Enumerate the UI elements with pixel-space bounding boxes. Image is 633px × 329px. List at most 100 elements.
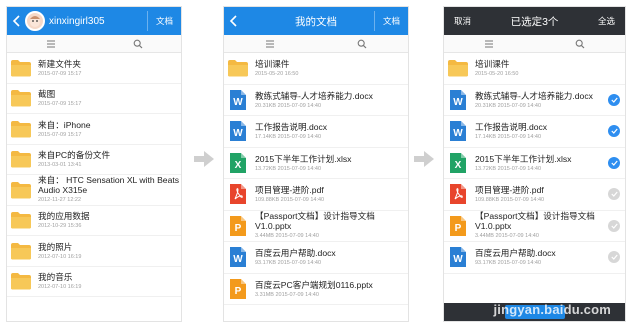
back-button[interactable] — [7, 7, 25, 35]
list-icon[interactable] — [46, 39, 56, 49]
item-date: 2013-03-01 13:41 — [38, 162, 82, 169]
item-name: 我的照片 — [38, 241, 73, 252]
search-icon[interactable] — [575, 39, 585, 49]
select-all-button[interactable]: 全选 — [598, 15, 615, 27]
item-date: 17.14KB 2015-07-09 14:40 — [475, 134, 542, 141]
item-date: 2012-11-27 12:22 — [38, 197, 82, 204]
arrow-right-icon — [414, 151, 434, 167]
item-meta: 工作报告说明.docx 17.14KB 2015-07-09 14:40 — [255, 122, 408, 140]
item-date: 2015-07-09 15:17 — [38, 101, 82, 108]
item-name: 2015下半年工作计划.xlsx — [255, 153, 352, 164]
list-item[interactable]: 我的照片 2012-07-10 16:19 — [7, 236, 181, 267]
top-bar: xinxingirl305 文档 — [7, 7, 181, 35]
watermark-text: jingyan.baidu.com — [493, 302, 611, 317]
checked-icon[interactable] — [608, 93, 620, 106]
item-meta: 百度云用户帮助.docx 93.17KB 2015-07-09 14:40 — [255, 248, 408, 266]
list-item[interactable]: 来自：iPhone 2015-07-09 15:17 — [7, 114, 181, 145]
list-item[interactable]: 我的应用数据 2012-10-29 15:36 — [7, 206, 181, 236]
chevron-left-icon — [229, 15, 237, 27]
item-name: 教练式辅导-人才培养能力.docx — [255, 90, 373, 101]
folder-icon — [447, 57, 469, 79]
folder-icon — [10, 57, 32, 79]
item-name: 百度云用户帮助.docx — [475, 248, 556, 259]
cancel-button[interactable]: 取消 — [444, 15, 471, 27]
list-item[interactable]: X 2015下半年工作计划.xlsx 13.72KB 2015-07-09 14:4… — [444, 148, 625, 179]
item-date: 3.44MB 2015-07-09 14:40 — [475, 233, 539, 240]
svg-text:W: W — [233, 97, 243, 108]
item-name: 2015下半年工作计划.xlsx — [475, 153, 572, 164]
list-item[interactable]: P 百度云PC客户端规划0116.pptx 3.31MB 2015-07-09 14… — [224, 274, 408, 305]
folder-icon — [10, 148, 32, 170]
search-icon[interactable] — [133, 39, 143, 49]
item-meta: 项目管理-进阶.pdf 109.88KB 2015-07-09 14:40 — [255, 185, 408, 203]
list-item[interactable]: P 【Passport文档】设计指导文档V1.0.pptx 3.44MB 2015-… — [224, 211, 408, 242]
doc-button[interactable]: 文档 — [374, 11, 408, 31]
list-item[interactable]: W 百度云用户帮助.docx 93.17KB 2015-07-09 14:40 — [444, 242, 625, 274]
item-name: 百度云PC客户端规划0116.pptx — [255, 279, 373, 290]
item-meta: 培训课件 2015-05-20 16:50 — [255, 59, 408, 77]
list-item[interactable]: 新建文件夹 2015-07-09 15:17 — [7, 53, 181, 84]
item-meta: 百度云用户帮助.docx 93.17KB 2015-07-09 14:40 — [475, 248, 625, 266]
word-file-icon: W — [227, 89, 249, 111]
doc-button[interactable]: 文档 — [147, 11, 181, 31]
pdf-file-icon — [227, 183, 249, 205]
list-item[interactable]: X 2015下半年工作计划.xlsx 13.72KB 2015-07-09 14:4… — [224, 148, 408, 179]
item-name: 项目管理-进阶.pdf — [475, 185, 544, 196]
list-item[interactable]: 我的音乐 2012-07-10 16:19 — [7, 267, 181, 297]
item-date: 13.72KB 2015-07-09 14:40 — [255, 165, 322, 172]
list-icon[interactable] — [484, 39, 494, 49]
list-item[interactable]: 来自： HTC Sensation XL with Beats Audio X3… — [7, 175, 181, 206]
list-item[interactable]: 培训课件 2015-05-20 16:50 — [444, 53, 625, 85]
item-date: 93.17KB 2015-07-09 14:40 — [475, 260, 542, 267]
svg-text:W: W — [453, 254, 463, 265]
excel-file-icon: X — [227, 152, 249, 174]
list-item[interactable]: W 教练式辅导-人才培养能力.docx 20.31KB 2015-07-09 14:… — [224, 85, 408, 116]
word-file-icon: W — [227, 246, 249, 268]
list-item[interactable]: 培训课件 2015-05-20 16:50 — [224, 53, 408, 85]
item-date: 3.31MB 2015-07-09 14:40 — [255, 291, 319, 298]
list-item[interactable]: 项目管理-进阶.pdf 109.88KB 2015-07-09 14:40 — [444, 179, 625, 211]
item-name: 教练式辅导-人才培养能力.docx — [475, 90, 593, 101]
search-icon[interactable] — [357, 39, 367, 49]
top-bar: 我的文档 文档 — [224, 7, 408, 35]
chevron-left-icon — [12, 15, 20, 27]
item-name: 工作报告说明.docx — [255, 122, 328, 133]
unchecked-icon[interactable] — [608, 219, 620, 232]
svg-text:W: W — [453, 128, 463, 139]
pdf-file-icon — [447, 183, 469, 205]
avatar[interactable] — [25, 11, 45, 31]
checked-icon[interactable] — [608, 156, 620, 169]
item-meta: 工作报告说明.docx 17.14KB 2015-07-09 14:40 — [475, 122, 625, 140]
item-meta: 项目管理-进阶.pdf 109.88KB 2015-07-09 14:40 — [475, 185, 625, 203]
item-date: 3.44MB 2015-07-09 14:40 — [255, 233, 319, 240]
item-date: 2012-07-10 16:19 — [38, 253, 82, 260]
svg-text:P: P — [235, 286, 242, 297]
sub-toolbar — [224, 35, 408, 53]
top-bar: 取消 已选定3个 全选 — [444, 7, 625, 35]
item-meta: 来自PC的备份文件 2013-03-01 13:41 — [38, 150, 181, 168]
item-meta: 2015下半年工作计划.xlsx 13.72KB 2015-07-09 14:40 — [475, 154, 625, 172]
back-button[interactable] — [224, 7, 242, 35]
pptx-file-icon: P — [447, 215, 469, 237]
list-icon[interactable] — [265, 39, 275, 49]
item-name: 工作报告说明.docx — [475, 122, 548, 133]
item-name: 来自： HTC Sensation XL with Beats Audio X3… — [38, 175, 180, 195]
item-name: 我的音乐 — [38, 272, 73, 283]
list-item[interactable]: W 百度云用户帮助.docx 93.17KB 2015-07-09 14:40 — [224, 242, 408, 274]
list-item[interactable]: 项目管理-进阶.pdf 109.88KB 2015-07-09 14:40 — [224, 179, 408, 211]
svg-text:P: P — [235, 223, 242, 234]
folder-icon — [227, 57, 249, 79]
item-date: 17.14KB 2015-07-09 14:40 — [255, 134, 322, 141]
list-item[interactable]: 截图 2015-07-09 15:17 — [7, 84, 181, 114]
item-date: 2012-07-10 16:19 — [38, 284, 82, 291]
list-item[interactable]: W 工作报告说明.docx 17.14KB 2015-07-09 14:40 — [224, 116, 408, 148]
list-item[interactable]: P 【Passport文档】设计指导文档V1.0.pptx 3.44MB 2015-… — [444, 211, 625, 242]
item-meta: 我的应用数据 2012-10-29 15:36 — [38, 211, 181, 229]
list-item[interactable]: W 工作报告说明.docx 17.14KB 2015-07-09 14:40 — [444, 116, 625, 148]
list-item[interactable]: W 教练式辅导-人才培养能力.docx 20.31KB 2015-07-09 14:… — [444, 85, 625, 116]
folder-icon — [10, 87, 32, 109]
list-item[interactable]: 来自PC的备份文件 2013-03-01 13:41 — [7, 145, 181, 175]
item-date: 93.17KB 2015-07-09 14:40 — [255, 260, 322, 267]
item-meta: 2015下半年工作计划.xlsx 13.72KB 2015-07-09 14:40 — [255, 154, 408, 172]
tutorial-figure: xinxingirl305 文档 新建文件夹 2015-07-09 15:17 截… — [0, 0, 633, 329]
